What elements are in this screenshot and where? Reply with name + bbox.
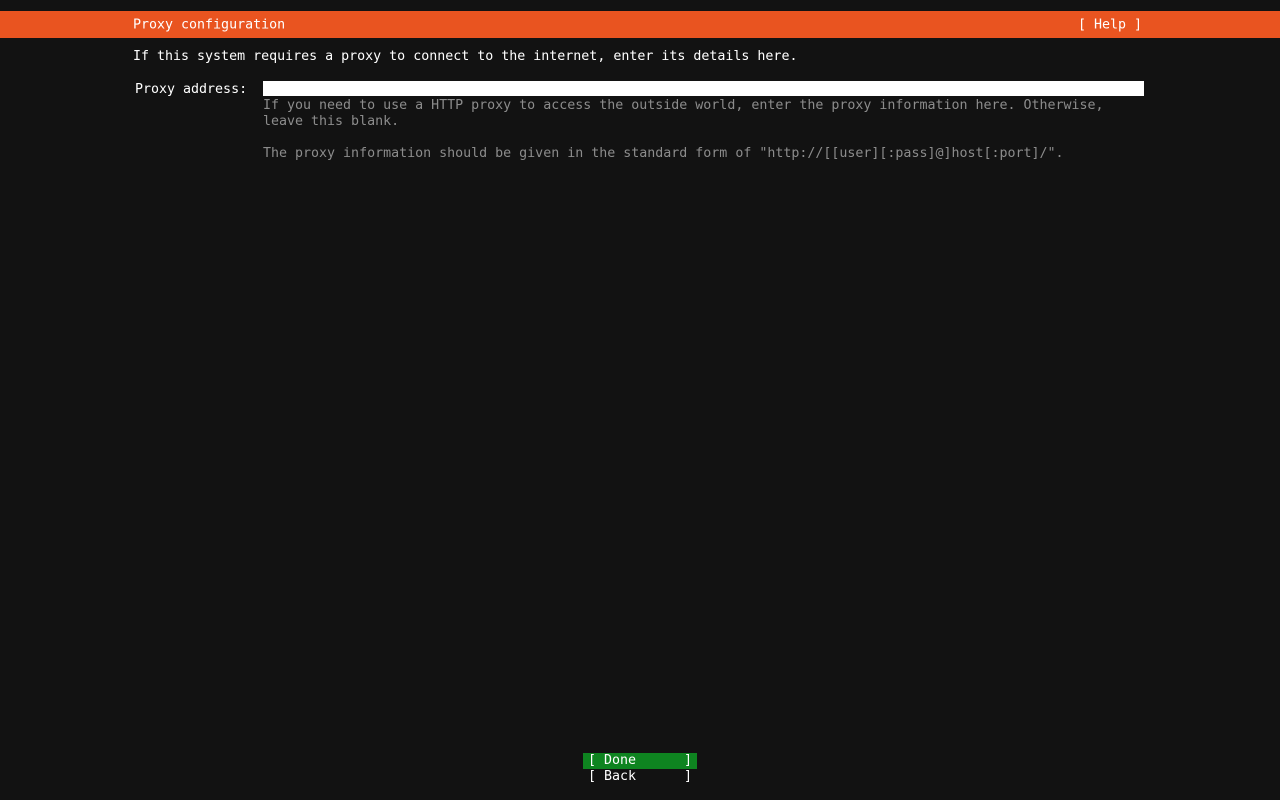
proxy-address-label: Proxy address: (135, 82, 247, 97)
done-button-label: Done (604, 753, 636, 769)
title-bar: Proxy configuration [ Help ] (0, 11, 1280, 38)
proxy-address-input[interactable] (263, 81, 1144, 96)
done-button[interactable]: [ Done ] (583, 753, 697, 769)
proxy-configuration-screen: Proxy configuration [ Help ] If this sys… (0, 0, 1280, 800)
done-close-bracket: ] (684, 753, 692, 769)
back-button[interactable]: [ Back ] (583, 769, 697, 785)
help-button[interactable]: [ Help ] (1078, 17, 1142, 32)
intro-text: If this system requires a proxy to conne… (133, 49, 797, 65)
proxy-help-line-1: If you need to use a HTTP proxy to acces… (263, 98, 1104, 114)
proxy-format-note: The proxy information should be given in… (263, 146, 1064, 162)
back-button-label: Back (604, 769, 636, 785)
done-open-bracket: [ (588, 753, 596, 769)
page-title: Proxy configuration (133, 17, 285, 32)
back-open-bracket: [ (588, 769, 596, 785)
back-close-bracket: ] (684, 769, 692, 785)
proxy-help-line-2: leave this blank. (263, 114, 399, 130)
